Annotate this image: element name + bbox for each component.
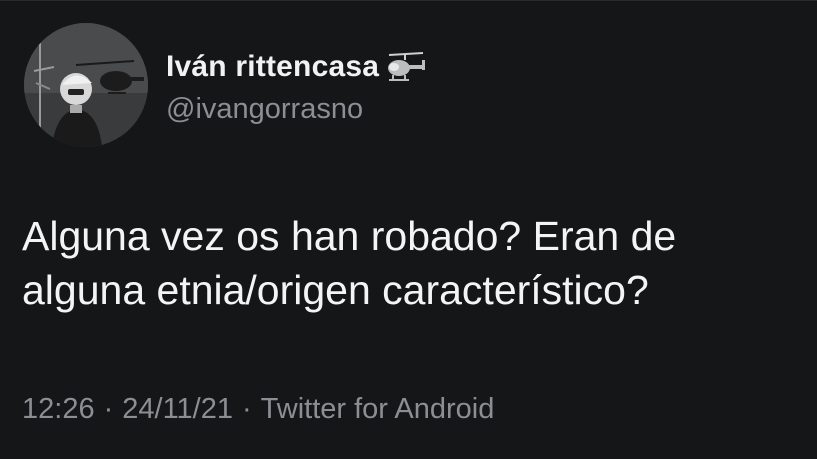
tweet-time[interactable]: 12:26 bbox=[22, 393, 95, 426]
tweet-text-line: Alguna vez os han robado? Eran de bbox=[22, 213, 677, 259]
helicopter-icon bbox=[383, 50, 427, 84]
tweet-text-line: alguna etnia/origen característico? bbox=[22, 267, 649, 313]
meta-separator: · bbox=[103, 393, 114, 425]
meta-separator: · bbox=[241, 393, 252, 425]
tweet-date[interactable]: 24/11/21 bbox=[122, 393, 233, 426]
tweet-source[interactable]: Twitter for Android bbox=[261, 393, 495, 426]
tweet-card: Iván rittencasa @ivangorrasno Alguna vez… bbox=[0, 0, 817, 459]
avatar-photo bbox=[24, 23, 148, 147]
tweet-meta: 12:26 · 24/11/21 · Twitter for Android bbox=[22, 393, 494, 426]
author-handle[interactable]: @ivangorrasno bbox=[166, 93, 363, 126]
tweet-text: Alguna vez os han robado? Eran de alguna… bbox=[22, 209, 812, 317]
author-name-row[interactable]: Iván rittencasa bbox=[166, 47, 427, 87]
avatar[interactable] bbox=[24, 23, 148, 147]
display-name[interactable]: Iván rittencasa bbox=[166, 50, 379, 84]
